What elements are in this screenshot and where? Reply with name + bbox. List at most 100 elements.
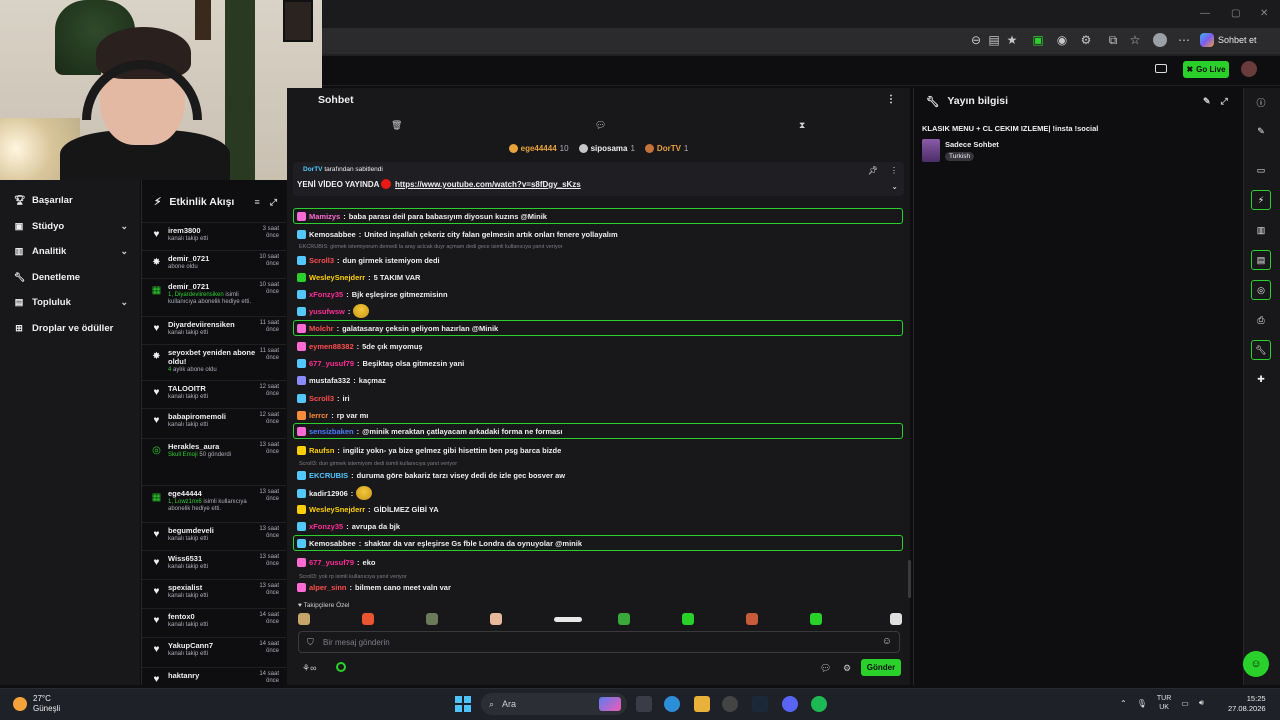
stream-manager-icon[interactable]: ▭ [1251,160,1271,180]
more-options-icon[interactable]: ⋮ [886,94,896,105]
volume-icon[interactable]: 🔊︎ [1199,698,1204,708]
leaderboard-entry[interactable]: siposama 1 [578,141,635,155]
zoom-icon[interactable]: ⊖ [969,33,983,47]
activity-item[interactable]: ✸ demir_0721 10 saat önce abone oldu [142,250,286,278]
more-icon[interactable]: ⋯ [1177,33,1191,47]
discord-icon[interactable] [782,696,798,712]
activity-item[interactable]: ♥ fentox0 14 saat önce kanalı takip etti [142,608,286,637]
filter-icon[interactable]: ≡ [255,197,260,208]
activity-item[interactable]: ♥ TALOOITR 12 saat önce kanalı takip etti [142,380,286,408]
profile-avatar[interactable] [1153,33,1167,47]
channel-points-icon[interactable]: ⚘∞ [302,663,316,674]
chat-username[interactable]: Molchr [309,324,334,333]
chat-message[interactable]: kadir12906: [297,486,901,500]
activity-item[interactable]: ✸ seyoxbet yeniden abone oldu! 11 saat önc… [142,344,286,380]
chat-message[interactable]: Scroll3: dun girmek istemiyom dedi [297,253,901,267]
chat-username[interactable]: xFonzy35 [309,290,343,299]
activity-item[interactable]: ▦ ege44444 13 saat önce 1, Lowz1nx6 isimli … [142,485,286,522]
activity-item[interactable]: ♥ babapiromemoli 12 saat önce kanalı takip … [142,408,286,438]
info-icon[interactable]: ⓘ [1251,92,1271,112]
activity-item[interactable]: ♥ YakupCann7 14 saat önce kanalı takip etti [142,637,286,667]
activity-item[interactable]: ▦ demir_0721 10 saat önce 1, Diyardeviirens… [142,278,286,316]
highlighted-chat-message[interactable]: Mamizys: baba parası deil para babasıyım … [293,208,903,224]
add-action-icon[interactable]: ✚ [1251,369,1271,389]
highlighted-chat-message[interactable]: sensizbaken: @minik meraktan çatlayacam a… [293,423,903,439]
clock[interactable]: 15:25 27.08.2026 [1228,694,1266,714]
emote-icon[interactable] [682,613,694,625]
chat-message[interactable]: WesleySnejderr: GİDİLMEZ GİBİ YA [297,502,901,516]
sidebar-item-moderation[interactable]: 🔧︎ Denetleme [0,265,140,289]
chat-username[interactable]: 677_yusuf79 [309,359,354,368]
activity-item[interactable]: ♥ Diyardeviirensiken 11 saat önce kanalı ta… [142,316,286,344]
extension-icon[interactable]: ▣ [1031,33,1045,47]
weather-widget[interactable]: 27°C Güneşli [13,694,60,714]
chat-settings-icon[interactable]: 💬︎ [820,663,831,674]
camera-icon[interactable] [1155,64,1167,73]
chat-message-input[interactable] [323,635,863,650]
category-name[interactable]: Sadece Sohbet [945,140,999,149]
chat-message[interactable]: lerrcr: rp var mı [297,408,901,422]
extension-icon[interactable]: ◉ [1055,33,1069,47]
sidebar-item-achievements[interactable]: 🏆︎ Başarılar [0,188,140,212]
chat-username[interactable]: Mamizys [309,212,340,221]
hourglass-icon[interactable]: ⧗ [799,120,805,131]
gear-icon[interactable]: ⚙ [843,663,851,674]
microphone-icon[interactable]: 🎙︎ [1137,699,1147,708]
leaderboard-entry[interactable]: ege44444 10 [508,141,569,155]
taskbar-search[interactable]: ⌕ Ara [481,693,627,715]
chat-message[interactable]: yusufwsw: [297,304,901,318]
emote-icon[interactable] [890,613,902,625]
file-explorer-icon[interactable] [694,696,710,712]
chat-username[interactable]: Kemosabbee [309,230,356,239]
chat-username[interactable]: eymen88382 [309,342,354,351]
chat-icon[interactable]: ▤ [1251,250,1271,270]
edit-icon[interactable]: ✎ [1203,96,1211,107]
steam-icon[interactable] [752,696,768,712]
edge-icon[interactable] [664,696,680,712]
send-button[interactable]: Gönder [861,659,901,676]
obs-icon[interactable] [722,696,738,712]
chat-message[interactable]: 677_yusuf79: Beşiktaş olsa gitmezsin yani [297,356,901,370]
printer-icon[interactable]: ⎙ [1251,310,1271,330]
language-tag[interactable]: Turkish [945,152,975,161]
chat-username[interactable]: Raufsn [309,446,334,455]
activity-item[interactable]: ♥ haktanry 14 saat önce [142,667,286,685]
close-window-button[interactable]: ✕ [1260,8,1268,19]
start-button[interactable] [455,696,471,712]
emoji-icon[interactable]: ☺ [882,636,892,647]
chat-message[interactable]: WesleySnejderr:5 TAKIM VAR [297,270,901,284]
network-icon[interactable]: ▭ [1181,699,1189,708]
chat-username[interactable]: 677_yusuf79 [309,558,354,567]
pinned-link[interactable]: https://www.youtube.com/watch?v=s8fDgy_s… [395,180,581,189]
emote-icon[interactable] [426,613,438,625]
chat-username[interactable]: Scroll3 [309,394,334,403]
chat-username[interactable]: kadir12906 [309,489,348,498]
chat-username[interactable]: Scroll3 [309,256,334,265]
chat-username[interactable]: lerrcr [309,411,328,420]
chat-message[interactable]: mustafa332: kaçmaz [297,373,901,387]
chat-message[interactable]: alper_sinn: bilmem cano meet valn var [297,580,901,594]
extensions-icon[interactable]: ⚙ [1079,33,1093,47]
chat-message[interactable]: Raufsn: ingiliz yokn- ya bize gelmez gibi… [297,443,901,457]
target-icon[interactable]: ◎ [1251,280,1271,300]
favorite-star-icon[interactable]: ★ [1005,33,1019,47]
popout-icon[interactable]: ⤢ [1221,96,1228,107]
wrench-icon[interactable]: 🔧︎ [1251,340,1271,360]
lightning-icon[interactable]: ⚡︎ [1251,190,1271,210]
chat-username[interactable]: WesleySnejderr [309,273,365,282]
reader-icon[interactable]: ▤ [987,33,1001,47]
chat-message[interactable]: Scroll3: iri [297,391,901,405]
activity-item[interactable]: ♥ begumdeveli 13 saat önce kanalı takip ett… [142,522,286,550]
chat-message[interactable]: xFonzy35: avrupa da bjk [297,519,901,533]
split-screen-icon[interactable]: ⧉ [1106,33,1120,47]
unpin-icon[interactable]: 📌︎ [868,166,878,175]
task-view-icon[interactable] [636,696,652,712]
emote-icon[interactable] [810,613,822,625]
leaderboard-entry[interactable]: DorTV 1 [644,141,688,155]
chat-username[interactable]: sensizbaken [309,427,354,436]
sidebar-item-community[interactable]: ▤ Topluluk ⌄ [0,290,140,314]
chat-message[interactable]: 677_yusuf79: eko [297,555,901,569]
help-button[interactable]: ☺ [1243,651,1269,677]
highlighted-chat-message[interactable]: Kemosabbee: shaktar da var eşleşirse Gs f… [293,535,903,551]
sidebar-item-studio[interactable]: ▣ Stüdyo ⌄ [0,214,140,238]
